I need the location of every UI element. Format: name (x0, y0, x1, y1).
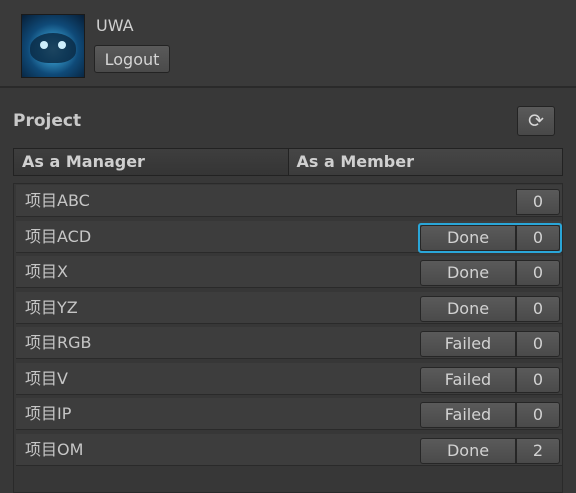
project-name: 项目OM (25, 439, 84, 459)
avatar-eye-right (58, 41, 66, 49)
count-button[interactable]: 0 (516, 189, 560, 215)
project-row[interactable]: 项目ACD Done 0 (16, 220, 562, 253)
project-name: 项目ABC (25, 191, 90, 210)
project-row[interactable]: 项目X Done 0 (16, 256, 562, 288)
project-row[interactable]: 项目V Failed 0 (16, 362, 562, 395)
count-button[interactable]: 0 (516, 260, 560, 286)
refresh-icon: ⟳ (528, 110, 544, 132)
status-button[interactable]: Failed (420, 402, 516, 428)
user-avatar (21, 14, 85, 78)
user-header: UWA Logout (0, 0, 576, 86)
project-name: 项目IP (25, 404, 72, 423)
project-row[interactable]: 项目IP Failed 0 (16, 398, 562, 430)
project-name: 项目V (25, 368, 68, 388)
project-title: Project (13, 111, 82, 131)
refresh-button[interactable]: ⟳ (517, 106, 555, 136)
count-button[interactable]: 0 (516, 366, 560, 393)
project-name: 项目RGB (25, 333, 92, 352)
username: UWA (96, 16, 134, 35)
header-divider (0, 86, 576, 88)
count-button[interactable]: 0 (516, 331, 560, 357)
logout-button[interactable]: Logout (94, 45, 170, 73)
project-name: 项目ACD (25, 226, 92, 246)
status-button[interactable]: Failed (420, 366, 516, 393)
project-tabs: As a Manager As a Member (13, 148, 563, 176)
shark-avatar-icon (30, 33, 76, 63)
project-row[interactable]: 项目YZ Done 0 (16, 291, 562, 324)
status-button[interactable]: Failed (420, 331, 516, 357)
project-list: 项目ABC 0 项目ACD Done 0 项目X Done 0 项目YZ Done 0 项目RGB Fa… (13, 183, 563, 493)
count-button[interactable]: 0 (516, 402, 560, 428)
project-row[interactable]: 项目OM Done 2 (16, 433, 562, 466)
count-button[interactable]: 2 (516, 437, 560, 464)
status-button[interactable]: Done (420, 295, 516, 322)
project-name: 项目X (25, 262, 68, 281)
status-button[interactable]: Done (420, 260, 516, 286)
tab-as-a-member[interactable]: As a Member (287, 149, 562, 175)
avatar-eye-left (40, 41, 48, 49)
count-button[interactable]: 0 (516, 295, 560, 322)
project-name: 项目YZ (25, 297, 78, 317)
project-row[interactable]: 项目ABC 0 (16, 185, 562, 217)
project-row[interactable]: 项目RGB Failed 0 (16, 327, 562, 359)
status-button[interactable]: Done (420, 437, 516, 464)
focus-ring (418, 222, 562, 253)
tab-as-a-manager[interactable]: As a Manager (14, 149, 288, 175)
